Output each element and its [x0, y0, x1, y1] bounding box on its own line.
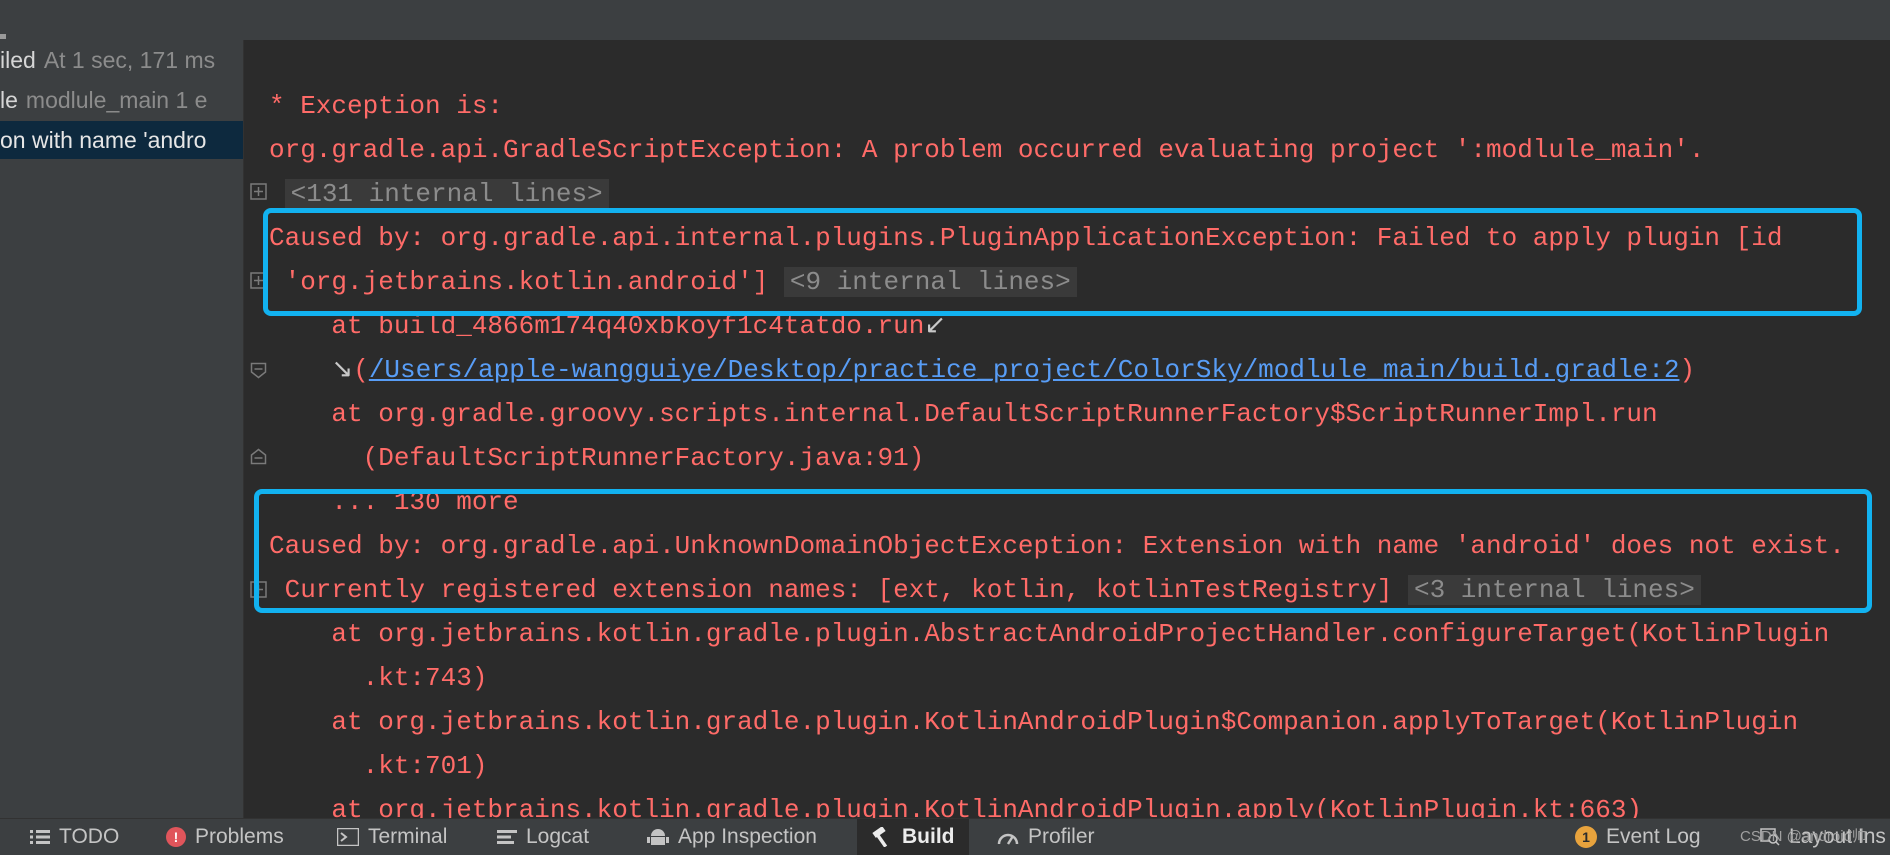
- collapse-fold-end-icon[interactable]: [250, 448, 267, 465]
- error-icon: !: [166, 827, 186, 847]
- console-line: .kt:743): [269, 663, 488, 693]
- tab-label: Logcat: [526, 825, 590, 848]
- highlight-box-unknown-domain-exception: [254, 489, 1872, 613]
- internal-lines-fold[interactable]: <131 internal lines>: [284, 179, 609, 209]
- tab-terminal[interactable]: Terminal: [337, 819, 447, 855]
- notification-badge: 1: [1575, 826, 1597, 848]
- collapse-fold-start-icon[interactable]: [250, 362, 267, 379]
- tree-row-detail: At 1 sec, 171 ms: [43, 47, 216, 73]
- tool-window-header: [0, 0, 1890, 41]
- tab-todo[interactable]: TODO: [30, 819, 119, 855]
- console-line: at org.jetbrains.kotlin.gradle.plugin.Ko…: [269, 707, 1799, 737]
- tab-build[interactable]: Build: [857, 819, 969, 855]
- expand-fold-icon[interactable]: [250, 183, 267, 200]
- console-line-text: (: [353, 355, 369, 385]
- tab-label: Problems: [195, 825, 284, 848]
- build-tree-panel: iled At 1 sec, 171 ms le modlule_main 1 e …: [0, 40, 244, 818]
- tree-row-title: on with name 'andro: [0, 127, 207, 153]
- tree-row-build-failed[interactable]: iled At 1 sec, 171 ms: [0, 41, 243, 79]
- tab-label: Profiler: [1028, 825, 1095, 848]
- android-icon: [647, 827, 669, 847]
- tab-profiler[interactable]: Profiler: [997, 819, 1095, 855]
- scroll-marker: [0, 34, 6, 39]
- console-line: at org.jetbrains.kotlin.gradle.plugin.Ab…: [269, 619, 1830, 649]
- console-line: .kt:701): [269, 751, 488, 781]
- tree-row-error-selected[interactable]: on with name 'andro: [0, 121, 243, 159]
- soft-wrap-arrow-icon: ↘: [331, 355, 354, 385]
- tree-row-detail: modlule_main 1 e: [25, 87, 208, 113]
- console-line: * Exception is:: [269, 91, 504, 121]
- tool-window-bar: TODO ! Problems Terminal Logcat App Insp…: [0, 818, 1890, 855]
- build-gradle-link[interactable]: /Users/apple-wangguiye/Desktop/practice_…: [369, 355, 1680, 385]
- tab-label: Terminal: [368, 825, 448, 848]
- console-line: org.gradle.api.GradleScriptException: A …: [269, 135, 1705, 165]
- event-log-count: 1: [1575, 826, 1597, 848]
- tab-label: Event Log: [1606, 825, 1701, 848]
- console-line: (DefaultScriptRunnerFactory.java:91): [269, 443, 925, 473]
- gauge-icon: [997, 829, 1019, 845]
- watermark: CSDN @android帅: [1740, 828, 1867, 845]
- tree-row-module[interactable]: le modlule_main 1 e: [0, 81, 243, 119]
- tree-row-title: le: [0, 87, 18, 113]
- tab-label: App Inspection: [678, 825, 817, 848]
- logcat-icon: [497, 829, 517, 845]
- tab-app-inspection[interactable]: App Inspection: [647, 819, 817, 855]
- console-line: at org.jetbrains.kotlin.gradle.plugin.Ko…: [269, 795, 1643, 818]
- console-line: at org.gradle.groovy.scripts.internal.De…: [269, 399, 1658, 429]
- build-output-console[interactable]: * Exception is: org.gradle.api.GradleScr…: [244, 40, 1890, 818]
- tab-logcat[interactable]: Logcat: [497, 819, 589, 855]
- tab-event-log[interactable]: 1 Event Log: [1575, 819, 1701, 855]
- tab-problems[interactable]: ! Problems: [166, 819, 284, 855]
- tab-label: Build: [902, 825, 955, 848]
- console-line-text: ): [1679, 355, 1696, 385]
- highlight-box-plugin-exception: [263, 208, 1862, 316]
- terminal-icon: [337, 828, 359, 846]
- tab-label: TODO: [59, 825, 120, 848]
- list-icon: [30, 829, 50, 845]
- hammer-icon: [871, 827, 893, 847]
- console-line: ↘(/Users/apple-wangguiye/Desktop/practic…: [269, 348, 1695, 392]
- tree-row-title: iled: [0, 47, 36, 73]
